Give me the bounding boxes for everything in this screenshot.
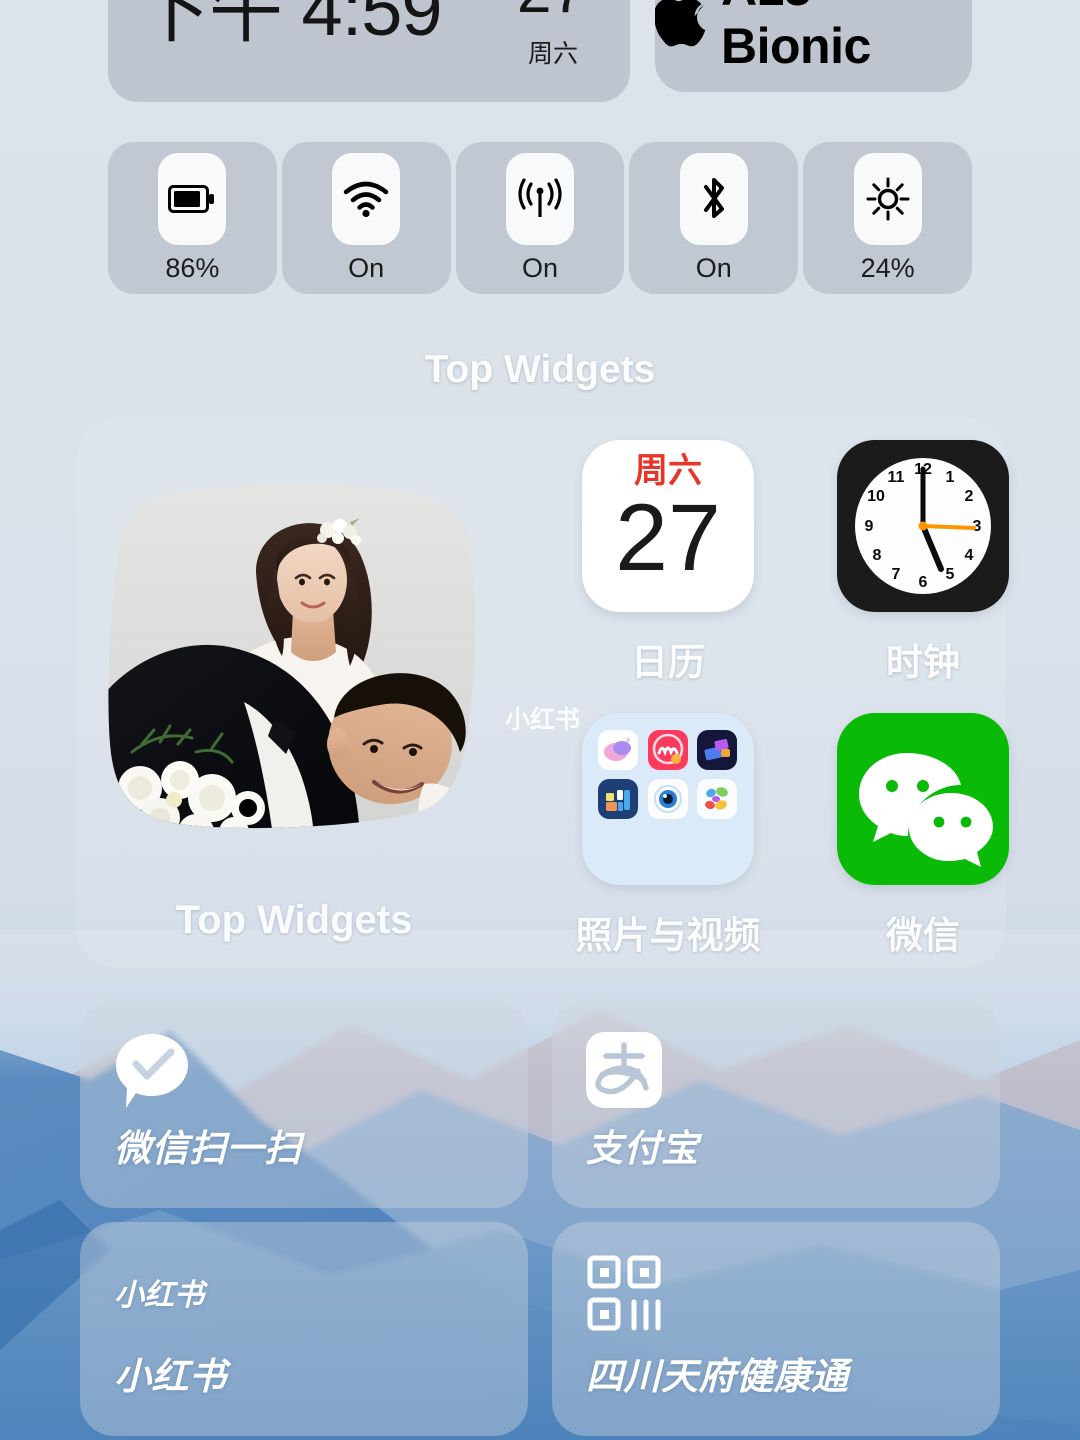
calendar-day: 27 <box>615 485 721 591</box>
app-folder-photos[interactable]: 照片与视频 <box>576 713 761 959</box>
svg-text:11: 11 <box>888 469 905 486</box>
section-title: Top Widgets <box>424 348 656 391</box>
bluetooth-value: On <box>695 252 732 283</box>
app-calendar[interactable]: 周六 27 日历 <box>582 440 754 686</box>
chip-label: A15 Bionic <box>721 0 871 74</box>
meitu-icon <box>647 730 688 770</box>
wechat-icon <box>837 713 1009 885</box>
photo-widget-label: Top Widgets <box>175 898 413 942</box>
shortcut-xiaohongshu[interactable]: 小红书 小红书 <box>80 1222 528 1436</box>
svg-text:7: 7 <box>892 566 901 583</box>
camera-lens-icon <box>647 779 688 819</box>
svg-text:5: 5 <box>946 566 955 583</box>
shortcut-grid: 微信扫一扫 支付宝 小红书 小红书 四川天府健康通 <box>80 1000 1000 1436</box>
toggle-brightness[interactable]: 24% <box>803 142 972 294</box>
shortcut-health-code[interactable]: 四川天府健康通 <box>552 1222 1000 1436</box>
video-editor-icon <box>697 730 738 770</box>
toggle-row: 86% On On On 24% <box>108 142 972 294</box>
app-label-folder: 照片与视频 <box>575 915 761 956</box>
shortcut-title-xiaohongshu: 小红书 <box>114 1356 227 1397</box>
folder-icon <box>582 713 754 885</box>
shortcut-title-health-code: 四川天府健康通 <box>586 1356 849 1397</box>
shortcut-sub-xiaohongshu: 小红书 <box>114 1279 204 1312</box>
calendar-icon: 周六 27 <box>582 440 754 612</box>
toggle-wifi[interactable]: On <box>281 142 451 294</box>
collage-icon <box>598 779 638 819</box>
brightness-value: 24% <box>860 252 915 283</box>
apple-logo-icon <box>654 0 707 51</box>
xiaohongshu-watermark: 小红书 <box>505 706 581 734</box>
toggle-battery[interactable]: 86% <box>108 142 277 294</box>
svg-text:6: 6 <box>919 574 928 591</box>
wechat-check-bubble-icon <box>114 1032 190 1117</box>
alipay-icon <box>586 1032 662 1113</box>
battery-icon <box>158 152 227 245</box>
battery-value: 86% <box>165 252 220 283</box>
toggle-cellular[interactable]: On <box>455 142 625 294</box>
wifi-icon <box>332 152 401 245</box>
toggle-bluetooth[interactable]: On <box>629 142 799 294</box>
svg-text:8: 8 <box>873 547 882 564</box>
cellular-icon <box>505 152 574 245</box>
brightness-icon <box>853 152 922 245</box>
shortcut-title-wechat-scan: 微信扫一扫 <box>114 1128 302 1169</box>
bluetooth-icon <box>679 152 748 245</box>
svg-text:2: 2 <box>965 488 974 505</box>
cellular-value: On <box>521 252 558 283</box>
svg-text:4: 4 <box>965 547 974 564</box>
top-row: 下午 4:59 27 周六 A15 Bionic <box>0 0 1080 102</box>
app-wechat[interactable]: 微信 <box>837 713 1009 959</box>
app-label-clock: 时钟 <box>886 642 960 683</box>
clock-icon: 1212 345 678 91011 <box>837 440 1009 612</box>
clock-time: 下午 4:59 <box>136 0 443 51</box>
qr-code-icon <box>586 1254 672 1339</box>
paint-blobs-icon <box>697 779 738 819</box>
shortcut-alipay[interactable]: 支付宝 <box>552 1000 1000 1208</box>
clock-weekday: 周六 <box>527 40 578 68</box>
photo-widget[interactable] <box>88 452 500 864</box>
svg-text:9: 9 <box>865 518 874 535</box>
svg-text:10: 10 <box>867 488 885 505</box>
photo-editor-icon <box>598 730 638 770</box>
shortcut-title-alipay: 支付宝 <box>586 1128 699 1169</box>
app-label-calendar: 日历 <box>631 642 705 683</box>
home-screen: 下午 4:59 27 周六 A15 Bionic 86% <box>0 0 1080 1440</box>
clock-date: 27 <box>517 0 586 27</box>
svg-text:1: 1 <box>946 469 955 486</box>
wifi-value: On <box>348 252 385 283</box>
shortcut-wechat-scan[interactable]: 微信扫一扫 <box>80 1000 528 1208</box>
calendar-weekday: 周六 <box>634 452 702 490</box>
clock-date-widget[interactable]: 下午 4:59 27 周六 <box>108 0 630 102</box>
chip-badge[interactable]: A15 Bionic <box>654 0 972 92</box>
app-label-wechat: 微信 <box>886 915 960 956</box>
app-clock[interactable]: 1212 345 678 91011 时钟 <box>837 440 1009 686</box>
